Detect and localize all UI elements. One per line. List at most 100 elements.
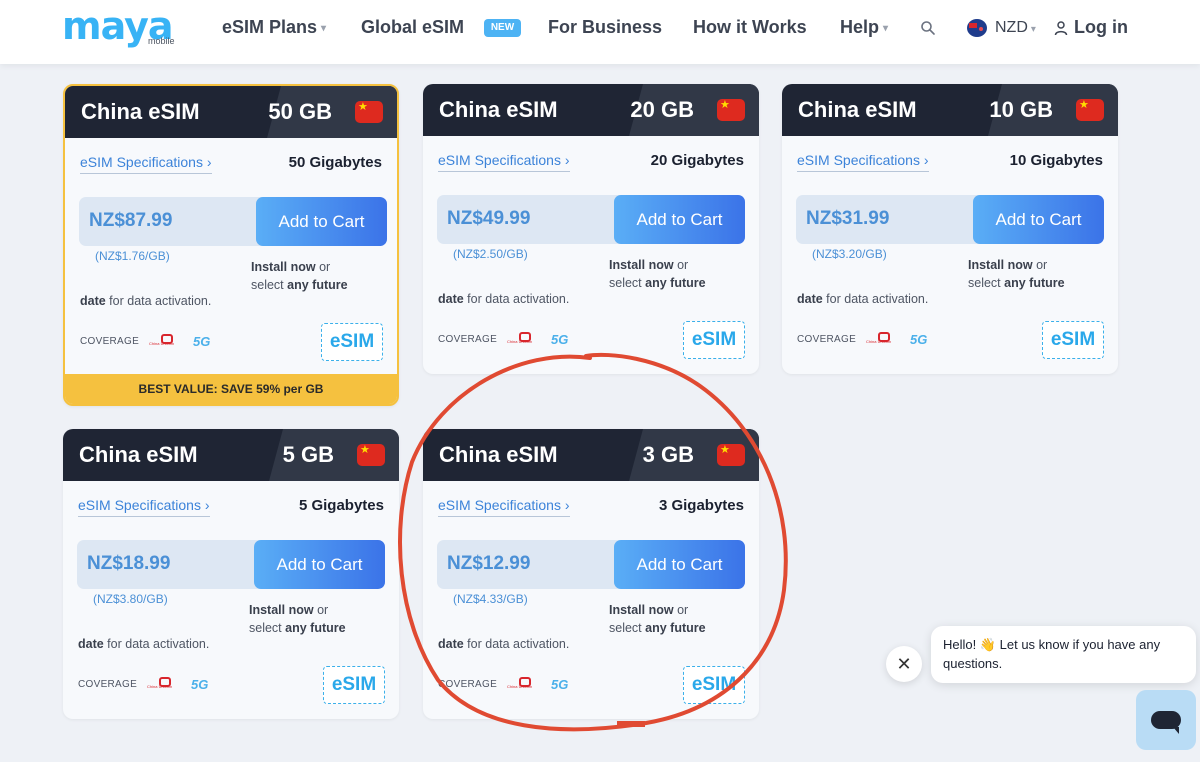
esim-badge: eSIM [321,323,383,361]
price-box: NZ$87.99 Add to Cart [79,197,387,246]
chevron-down-icon: ▾ [883,22,889,34]
price-box: NZ$31.99 Add to Cart [796,195,1104,244]
price: NZ$49.99 [447,208,531,229]
currency-label: NZD [995,19,1028,36]
nz-flag-icon[interactable] [967,19,987,37]
new-badge: NEW [484,19,521,37]
nav-help[interactable]: Help ▾ [840,17,888,38]
china-unicom-logo-icon: China Unicom [149,334,175,348]
5g-label: 5G [910,332,928,347]
price-box: NZ$18.99 Add to Cart [77,540,385,589]
china-flag-icon [1076,99,1104,121]
card-data-amount: 3 GB [642,442,694,467]
chat-launcher-button[interactable] [1136,690,1196,750]
chevron-down-icon: ▾ [321,22,327,34]
add-to-cart-button[interactable]: Add to Cart [254,540,385,589]
gigabytes-label: 10 Gigabytes [1009,152,1103,169]
nav-global-esim-label: Global eSIM [361,17,465,37]
china-flag-icon [717,444,745,466]
search-icon[interactable] [920,20,936,36]
site-header: maya mobile eSIM Plans ▾ Global eSIM NEW … [0,0,1200,64]
card-header: China eSIM 3 GB [423,429,759,481]
nav-for-business[interactable]: For Business [548,17,662,38]
install-note: Install now or select any future [609,258,706,290]
card-data-amount: 20 GB [630,97,694,122]
esim-specifications-link[interactable]: eSIM Specifications › [80,154,212,174]
chat-icon [1151,711,1181,734]
nav-esim-plans-label: eSIM Plans [222,17,318,37]
china-flag-icon [355,101,383,123]
card-title: China eSIM [81,99,200,124]
chevron-down-icon: ▾ [1030,24,1036,35]
china-flag-icon [357,444,385,466]
add-to-cart-button[interactable]: Add to Cart [614,540,745,589]
price-per-gb: (NZ$4.33/GB) [453,592,528,606]
logo-subtitle: mobile [148,36,175,46]
coverage-label: COVERAGE [80,336,140,347]
card-header: China eSIM 20 GB [423,84,759,136]
price-per-gb: (NZ$1.76/GB) [95,249,170,263]
5g-label: 5G [193,334,211,349]
coverage-label: COVERAGE [438,679,498,690]
nav-global-esim[interactable]: Global eSIM [361,17,464,38]
esim-badge: eSIM [683,666,745,704]
activation-note: date for data activation. [78,637,210,651]
activation-note: date for data activation. [438,637,570,651]
gigabytes-label: 3 Gigabytes [658,497,744,514]
card-title: China eSIM [439,442,558,467]
price-box: NZ$12.99 Add to Cart [437,540,745,589]
user-icon[interactable] [1053,20,1069,36]
gigabytes-label: 50 Gigabytes [288,154,382,171]
add-to-cart-button[interactable]: Add to Cart [614,195,745,244]
5g-label: 5G [551,332,569,347]
gigabytes-label: 20 Gigabytes [650,152,744,169]
price-per-gb: (NZ$3.20/GB) [812,247,887,261]
close-icon[interactable]: ✕ [886,646,922,682]
currency-selector[interactable]: NZD ▾ [995,19,1036,37]
plan-card-5gb: China eSIM 5 GB eSIM Specifications › 5 … [63,429,399,719]
price-per-gb: (NZ$2.50/GB) [453,247,528,261]
esim-specifications-link[interactable]: eSIM Specifications › [438,497,570,517]
card-data-amount: 50 GB [268,99,332,124]
price-box: NZ$49.99 Add to Cart [437,195,745,244]
china-unicom-logo-icon: China Unicom [147,677,173,691]
5g-label: 5G [551,677,569,692]
price: NZ$31.99 [806,208,890,229]
install-note: Install now or select any future [609,603,706,635]
coverage-label: COVERAGE [438,334,498,345]
card-header: China eSIM 5 GB [63,429,399,481]
china-unicom-logo-icon: China Unicom [507,677,533,691]
esim-badge: eSIM [1042,321,1104,359]
maya-logo[interactable]: maya mobile [62,4,182,48]
activation-note: date for data activation. [438,292,570,306]
nav-how-it-works-label: How it Works [693,17,807,37]
esim-specifications-link[interactable]: eSIM Specifications › [438,152,570,172]
china-unicom-logo-icon: China Unicom [507,332,533,346]
card-header: China eSIM 50 GB [65,86,397,138]
esim-specifications-link[interactable]: eSIM Specifications › [797,152,929,172]
card-data-amount: 10 GB [989,97,1053,122]
esim-badge: eSIM [683,321,745,359]
price: NZ$87.99 [89,210,173,231]
5g-label: 5G [191,677,209,692]
card-data-amount: 5 GB [282,442,334,467]
nav-how-it-works[interactable]: How it Works [693,17,807,38]
china-unicom-logo-icon: China Unicom [866,332,892,346]
add-to-cart-button[interactable]: Add to Cart [256,197,387,246]
price: NZ$12.99 [447,553,531,574]
chat-greeting-bubble[interactable]: Hello! 👋 Let us know if you have any que… [931,626,1196,683]
best-value-banner: BEST VALUE: SAVE 59% per GB [65,374,397,404]
nav-help-label: Help [840,17,880,37]
price-per-gb: (NZ$3.80/GB) [93,592,168,606]
nav-esim-plans[interactable]: eSIM Plans ▾ [222,17,326,38]
install-note: Install now or select any future [251,260,348,292]
card-title: China eSIM [798,97,917,122]
login-link[interactable]: Log in [1074,17,1128,38]
esim-specifications-link[interactable]: eSIM Specifications › [78,497,210,517]
plan-card-10gb: China eSIM 10 GB eSIM Specifications › 1… [782,84,1118,374]
activation-note: date for data activation. [80,294,212,308]
nav-for-business-label: For Business [548,17,663,37]
add-to-cart-button[interactable]: Add to Cart [973,195,1104,244]
card-title: China eSIM [79,442,198,467]
price: NZ$18.99 [87,553,171,574]
